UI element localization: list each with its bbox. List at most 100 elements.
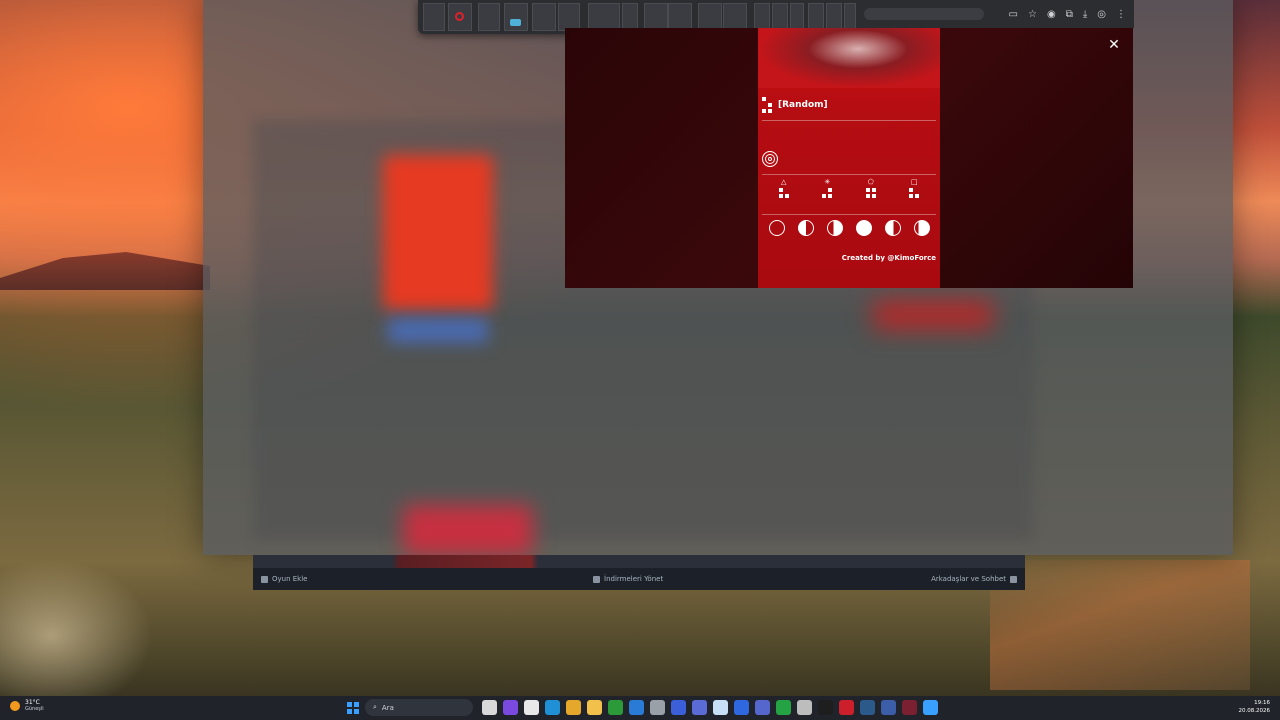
file-explorer-icon[interactable]	[587, 700, 602, 715]
snap-zone[interactable]	[558, 3, 580, 31]
random-label: [Random]	[778, 100, 828, 110]
dice-icon	[762, 97, 772, 113]
phase-half-icon	[797, 220, 814, 244]
snap-zone[interactable]	[790, 3, 804, 31]
opera-icon	[455, 12, 464, 21]
friends-chat-button[interactable]: Arkadaşlar ve Sohbet	[931, 575, 1017, 583]
chat-icon	[1010, 575, 1017, 583]
app-icon[interactable]	[881, 700, 896, 715]
start-button[interactable]	[347, 702, 359, 714]
clock-time: 19:16	[1254, 700, 1270, 706]
extension-icon[interactable]: ◉	[1047, 9, 1056, 20]
opera-icon[interactable]	[839, 700, 854, 715]
snap-zone[interactable]	[532, 3, 556, 31]
star-icon[interactable]: ☆	[1028, 9, 1037, 20]
guide-row-phases	[762, 220, 936, 244]
snap-zone[interactable]	[588, 3, 620, 31]
task-view-icon[interactable]	[482, 700, 497, 715]
triangle-symbol-icon: △	[778, 178, 789, 208]
manage-downloads-label: İndirmeleri Yönet	[604, 575, 664, 583]
whatsapp-icon[interactable]	[776, 700, 791, 715]
app-icon[interactable]	[650, 700, 665, 715]
guide-header-art	[758, 28, 940, 88]
guide-divider	[762, 174, 936, 175]
snap-zone[interactable]	[478, 3, 500, 31]
terminal-icon[interactable]	[818, 700, 833, 715]
snap-zone[interactable]	[754, 3, 770, 31]
steam-icon	[510, 19, 521, 26]
snap-zone[interactable]	[826, 3, 842, 31]
xbox-icon[interactable]	[608, 700, 623, 715]
wallpaper-mountain	[0, 252, 210, 290]
copilot-icon[interactable]	[503, 700, 518, 715]
square-symbol-icon: □	[909, 178, 920, 208]
phase-waning-icon	[884, 220, 901, 244]
people-icon[interactable]	[692, 700, 707, 715]
snap-zone-opera[interactable]	[448, 3, 472, 31]
download-icon[interactable]: ⤓	[1083, 9, 1087, 20]
zoom-icon[interactable]	[671, 700, 686, 715]
puzzle-icon[interactable]: ⧉	[1066, 9, 1073, 20]
snap-zone[interactable]	[844, 3, 856, 31]
settings-icon[interactable]	[797, 700, 812, 715]
sun-icon	[10, 700, 20, 711]
snap-zone[interactable]	[644, 3, 668, 31]
friends-chat-label: Arkadaşlar ve Sohbet	[931, 575, 1006, 583]
phase-crescent-icon	[826, 220, 843, 244]
target-icon	[762, 151, 778, 167]
search-placeholder: Ara	[381, 703, 394, 712]
wallpaper-grass	[0, 546, 170, 696]
blurred-game-card	[383, 155, 493, 310]
guide-credit: Created by @KimoForce	[841, 254, 936, 262]
search-icon: ⌕	[373, 703, 377, 711]
media-player-icon[interactable]	[755, 700, 770, 715]
snap-zone[interactable]	[698, 3, 722, 31]
snap-zone[interactable]	[423, 3, 445, 31]
image-viewer: ✕ [Random] △ ✳ ⬠ □ Created by @KimoForce	[565, 28, 1133, 288]
snap-zone-steam[interactable]	[504, 3, 528, 31]
taskbar-apps	[482, 700, 938, 715]
edge-icon[interactable]	[545, 700, 560, 715]
calendar-icon[interactable]	[524, 700, 539, 715]
taskbar: 31°C Güneşli ⌕ Ara 19:16 20.08.2026	[0, 696, 1280, 720]
asterisk-symbol-icon: ✳	[822, 178, 833, 208]
steam-library-strip	[253, 555, 1025, 568]
clock-date: 20.08.2026	[1238, 708, 1271, 714]
guide-divider	[762, 214, 936, 215]
app-icon[interactable]	[923, 700, 938, 715]
download-icon	[593, 575, 600, 583]
snap-zone[interactable]	[772, 3, 788, 31]
plus-icon	[261, 575, 268, 583]
cast-icon[interactable]: ▭	[1009, 9, 1018, 20]
guide-row-symbols: △ ✳ ⬠ □	[762, 178, 936, 208]
phase-full-icon	[855, 220, 872, 244]
menu-icon[interactable]: ⋮	[1116, 9, 1126, 20]
app-icon[interactable]	[713, 700, 728, 715]
snap-zone[interactable]	[723, 3, 747, 31]
zoom-meet-icon[interactable]	[734, 700, 749, 715]
taskbar-search[interactable]: ⌕ Ara	[365, 699, 473, 716]
guide-row-random: [Random]	[762, 92, 936, 118]
snap-zone[interactable]	[622, 3, 638, 31]
manage-downloads-button[interactable]: İndirmeleri Yönet	[593, 575, 663, 583]
add-game-button[interactable]: Oyun Ekle	[261, 575, 307, 583]
blurred-play-button	[388, 318, 488, 343]
browser-toolbar: ▭ ☆ ◉ ⧉ ⤓ ◎ ⋮	[860, 0, 1134, 28]
add-game-label: Oyun Ekle	[272, 575, 308, 583]
phase-new-icon	[768, 220, 785, 244]
close-button[interactable]: ✕	[1105, 36, 1123, 54]
guide-row-info	[762, 124, 936, 146]
wallpaper-boardwalk	[990, 560, 1250, 690]
mail-icon[interactable]	[629, 700, 644, 715]
system-clock[interactable]: 19:16 20.08.2026	[1239, 699, 1271, 715]
profile-icon[interactable]: ◎	[1097, 9, 1106, 20]
snap-zone[interactable]	[808, 3, 824, 31]
app-icon[interactable]	[902, 700, 917, 715]
steam-icon[interactable]	[860, 700, 875, 715]
blurred-thumbnail	[403, 505, 533, 555]
snap-zone[interactable]	[668, 3, 692, 31]
chrome-icon[interactable]	[566, 700, 581, 715]
address-bar[interactable]	[864, 8, 984, 20]
blurred-accent	[873, 300, 993, 330]
weather-widget[interactable]: 31°C Güneşli	[10, 699, 44, 712]
